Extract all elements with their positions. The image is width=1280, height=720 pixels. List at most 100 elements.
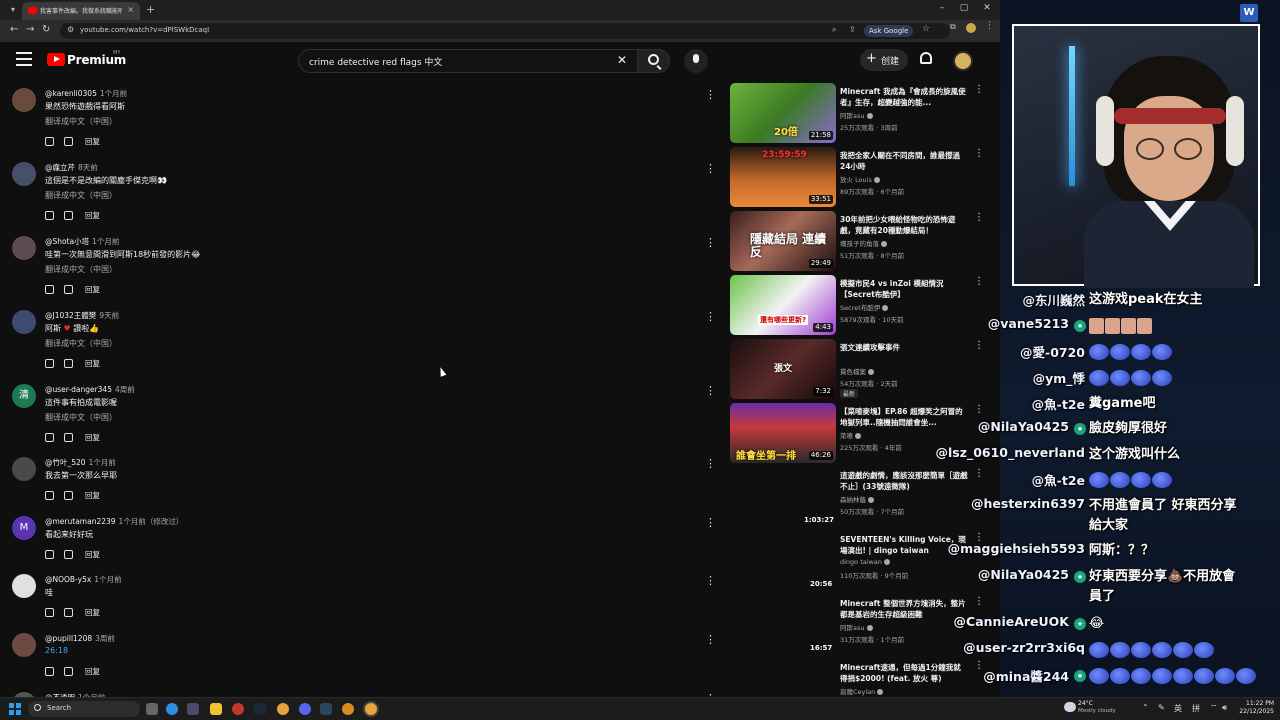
avatar[interactable] <box>12 162 36 186</box>
video-thumbnail[interactable]: 還有哪些更新? 4:43 <box>730 275 836 335</box>
discord-icon[interactable] <box>299 703 311 715</box>
ask-google-button[interactable]: Ask Google <box>864 25 914 37</box>
bookmark-star-icon[interactable]: ☆ <box>922 24 930 34</box>
translate-link[interactable]: 翻译成中文（中国） <box>45 264 117 275</box>
notifications-bell-icon[interactable] <box>920 52 932 64</box>
channel-name[interactable]: 惡魔Ceylan <box>840 686 884 696</box>
more-actions-icon[interactable]: ⋮ <box>705 163 716 174</box>
translate-link[interactable]: 翻译成中文（中国） <box>45 412 117 423</box>
channel-name[interactable]: dingo taiwan <box>840 558 890 566</box>
browser-tab-active[interactable]: 我害事件改編。我做系統職能吧... × <box>22 2 140 20</box>
translate-link[interactable]: 翻译成中文（中国） <box>45 338 117 349</box>
chrome-icon[interactable] <box>277 703 289 715</box>
more-actions-icon[interactable]: ⋮ <box>705 458 716 469</box>
video-thumbnail[interactable]: 誰會坐第一排 46:26 <box>730 403 836 463</box>
channel-name[interactable]: 貫色檔案 <box>840 366 874 376</box>
comment-author[interactable]: @pupill1208 <box>45 634 92 643</box>
video-title[interactable]: 模擬市民4 vs inZoi 模組情況【Secret布酷伊】 <box>840 278 968 300</box>
channel-name[interactable]: 森納林蔭 <box>840 494 874 504</box>
comment-time[interactable]: 1个月前（修改过） <box>119 517 184 526</box>
comment-author[interactable]: @NOOB-y5x <box>45 575 91 584</box>
app-orange-icon[interactable] <box>342 703 354 715</box>
more-actions-icon[interactable]: ⋮ <box>974 85 984 95</box>
recommended-video[interactable]: 23:59:59 33:51 我把全家人關在不同房間，誰最撐過24小時 放火 Loui… <box>728 147 990 207</box>
reply-button[interactable]: 回复 <box>85 285 100 294</box>
reply-button[interactable]: 回复 <box>85 211 100 220</box>
taskbar-search[interactable]: Search <box>28 701 140 717</box>
video-title[interactable]: Minecraft 整個世界方塊消失，整片都是基岩的生存超級困難 <box>840 598 968 620</box>
tab-search-icon[interactable]: ▾ <box>6 4 20 16</box>
steam-icon[interactable] <box>254 703 266 715</box>
app-red-icon[interactable] <box>232 703 244 715</box>
timestamp-link[interactable]: 26:18 <box>45 646 68 655</box>
reply-button[interactable]: 回复 <box>85 667 100 676</box>
windows-start-icon[interactable] <box>9 703 21 715</box>
recommended-video[interactable]: 隱藏結局 連續反 29:49 30年前把少女喂給怪物吃的恐怖遊戲，竟藏有20種動爆結… <box>728 211 990 271</box>
profile-avatar[interactable] <box>966 23 976 33</box>
recommended-video[interactable]: 20倍 21:58 Minecraft 我成為『會成長的旋風使者』生存，超變越強的能… <box>728 83 990 143</box>
thumbs-up-icon[interactable] <box>45 285 54 294</box>
task-view-icon[interactable] <box>146 703 158 715</box>
close-window-icon[interactable]: ✕ <box>975 3 999 13</box>
avatar[interactable]: M <box>12 516 36 540</box>
clear-search-icon[interactable]: ✕ <box>617 53 627 67</box>
thumbs-up-icon[interactable] <box>45 211 54 220</box>
video-title[interactable]: 這遊戲的劇情，應該沒那麼簡單［遊戲不止］(33號遠徵隊) <box>840 470 968 492</box>
avatar[interactable] <box>12 236 36 260</box>
account-avatar[interactable] <box>953 51 973 71</box>
more-actions-icon[interactable]: ⋮ <box>974 469 984 479</box>
maximize-icon[interactable]: ▢ <box>952 3 976 13</box>
comment-author[interactable]: @竹叶_520 <box>45 458 86 467</box>
reply-button[interactable]: 回复 <box>85 491 100 500</box>
video-thumbnail[interactable]: 隱藏結局 連續反 29:49 <box>730 211 836 271</box>
ime-mode[interactable]: 拼 <box>1192 703 1200 714</box>
steam-alt-icon[interactable] <box>320 703 332 715</box>
wifi-icon[interactable]: ⌔ <box>1210 703 1218 713</box>
avatar[interactable] <box>12 633 36 657</box>
comment-time[interactable]: 4周前 <box>115 385 135 394</box>
more-actions-icon[interactable]: ⋮ <box>705 517 716 528</box>
thumbs-down-icon[interactable] <box>64 491 73 500</box>
channel-name[interactable]: 阿斯asu <box>840 622 873 632</box>
video-thumbnail[interactable]: 20倍 21:58 <box>730 83 836 143</box>
avatar[interactable] <box>12 88 36 112</box>
comment-time[interactable]: 1个月前 <box>92 237 119 246</box>
avatar[interactable] <box>12 310 36 334</box>
more-actions-icon[interactable]: ⋮ <box>974 597 984 607</box>
browser-menu-icon[interactable]: ⋮ <box>985 21 994 31</box>
comment-time[interactable]: 1个月前 <box>100 89 127 98</box>
video-title[interactable]: Minecraft速通，但每過1分鐘我就得捐$2000! (feat. 放火 尊… <box>840 662 968 684</box>
comment-author[interactable]: @merutaman2239 <box>45 517 116 526</box>
forward-icon[interactable]: → <box>26 24 34 35</box>
comment-time[interactable]: 1个月前 <box>89 458 116 467</box>
file-explorer-icon[interactable] <box>210 703 222 715</box>
voice-search-button[interactable] <box>684 49 708 73</box>
reload-icon[interactable]: ↻ <box>42 24 50 35</box>
more-actions-icon[interactable]: ⋮ <box>705 89 716 100</box>
more-actions-icon[interactable]: ⋮ <box>705 237 716 248</box>
app-icon[interactable] <box>187 703 199 715</box>
site-info-icon[interactable]: ⚙ <box>67 25 74 34</box>
thumbs-down-icon[interactable] <box>64 433 73 442</box>
thumbs-up-icon[interactable] <box>45 608 54 617</box>
more-actions-icon[interactable]: ⋮ <box>705 311 716 322</box>
video-thumbnail[interactable]: 張文 7:32 <box>730 339 836 399</box>
comment-author[interactable]: @J1032王體樊 <box>45 311 96 320</box>
more-actions-icon[interactable]: ⋮ <box>974 149 984 159</box>
more-actions-icon[interactable]: ⋮ <box>974 405 984 415</box>
create-button[interactable]: + 创建 <box>860 49 908 71</box>
comment-time[interactable]: 3周前 <box>95 634 115 643</box>
recommended-video[interactable]: 張文 7:32 張文連續攻擊事件 貫色檔案 54万次观看 · 2天前 最新 ⋮ <box>728 339 990 399</box>
weather-cloud-icon[interactable] <box>1064 702 1076 712</box>
back-icon[interactable]: ← <box>10 24 18 35</box>
hamburger-menu-icon[interactable] <box>16 52 32 66</box>
channel-name[interactable]: 菜喳 <box>840 430 861 440</box>
thumbs-down-icon[interactable] <box>64 608 73 617</box>
comment-time[interactable]: 8天前 <box>78 163 98 172</box>
avatar[interactable] <box>12 574 36 598</box>
clock-time[interactable]: 11:22 PM <box>1244 700 1274 707</box>
reply-button[interactable]: 回复 <box>85 359 100 368</box>
share-icon[interactable]: ⇪ <box>849 25 856 34</box>
comment-author[interactable]: @karenli0305 <box>45 89 97 98</box>
translate-link[interactable]: 翻译成中文（中国） <box>45 116 117 127</box>
